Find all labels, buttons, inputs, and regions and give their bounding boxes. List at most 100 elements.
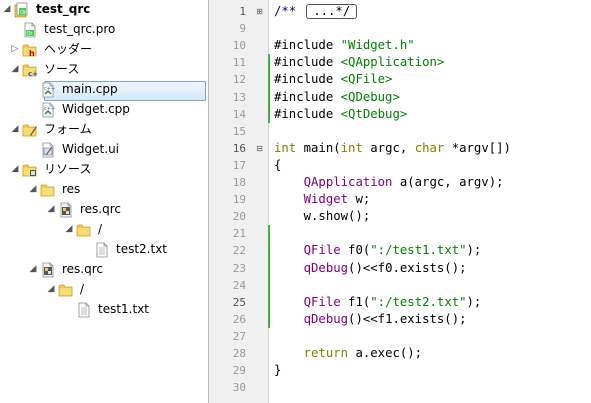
line-number: 23 xyxy=(232,261,246,275)
expand-arrow-icon[interactable]: ◢ xyxy=(10,123,20,135)
code-line[interactable]: } xyxy=(274,362,281,379)
collapse-arrow-icon[interactable]: ▷ xyxy=(10,43,20,55)
text-file-icon xyxy=(76,302,92,318)
expand-arrow-icon[interactable]: ◢ xyxy=(46,203,56,215)
tree-item-label: ヘッダー xyxy=(44,42,93,56)
line-number: 22 xyxy=(232,244,246,258)
code-line[interactable]: #include "Widget.h" xyxy=(274,37,415,54)
tree-item-label: res.qrc xyxy=(80,202,122,216)
tree-item[interactable]: test2.txt xyxy=(0,240,208,260)
line-number: 30 xyxy=(232,381,246,395)
tree-item-label: Widget.ui xyxy=(62,142,120,156)
tree-item-label: test_qrc.pro xyxy=(44,22,116,36)
tree-item[interactable]: ◢ res.qrc xyxy=(0,260,208,280)
cpp-file-icon: c++ xyxy=(40,82,56,98)
expand-arrow-icon[interactable]: ◢ xyxy=(64,223,74,235)
tree-item[interactable]: ◢ / xyxy=(0,220,208,240)
expand-arrow-icon[interactable]: ◢ xyxy=(2,3,12,15)
code-line[interactable]: /** ...*/ xyxy=(274,3,358,20)
tree-item-label: main.cpp xyxy=(62,82,118,96)
tree-item[interactable]: ◢ res.qrc xyxy=(0,200,208,220)
code-line[interactable]: #include <QtDebug> xyxy=(274,106,407,123)
tree-item-label: Widget.cpp xyxy=(62,102,130,116)
line-number: 16 xyxy=(232,141,246,155)
folder-icon xyxy=(76,222,92,238)
comment-prefix: /** xyxy=(274,4,297,18)
fold-expand-icon[interactable]: ⊞ xyxy=(255,7,264,16)
line-number: 15 xyxy=(232,124,246,138)
expand-arrow-icon[interactable]: ◢ xyxy=(10,63,20,75)
tree-item[interactable]: ◢ Qt test_qrc xyxy=(0,0,208,20)
line-number: 25 xyxy=(232,295,246,309)
tree-item[interactable]: Qt test_qrc.pro xyxy=(0,20,208,40)
cpp-file-icon: c++ xyxy=(40,102,56,118)
line-number: 10 xyxy=(232,39,246,53)
tree-item-label: res.qrc xyxy=(62,262,104,276)
code-line[interactable]: #include <QFile> xyxy=(274,71,392,88)
line-number: 20 xyxy=(232,210,246,224)
expand-arrow-icon[interactable]: ◢ xyxy=(10,163,20,175)
forms-folder-icon xyxy=(22,122,38,138)
header-folder-icon: h xyxy=(22,42,38,58)
code-line[interactable]: QApplication a(argc, argv); xyxy=(274,174,504,191)
text-file-icon xyxy=(94,242,110,258)
line-number: 1 xyxy=(239,5,246,18)
tree-item-label: test_qrc xyxy=(36,2,91,16)
ui-file-icon xyxy=(40,142,56,158)
code-line[interactable]: Widget w; xyxy=(274,191,371,208)
tree-item[interactable]: ▷ h ヘッダー xyxy=(0,40,208,60)
line-number: 18 xyxy=(232,176,246,189)
svg-text:c++: c++ xyxy=(44,86,55,92)
source-folder-icon: c++ xyxy=(22,62,44,78)
svg-text:Qt: Qt xyxy=(20,10,26,16)
expand-arrow-icon[interactable]: ◢ xyxy=(28,183,38,195)
tree-item[interactable]: ◢ リソース xyxy=(0,160,208,180)
code-editor[interactable]: /** ...*/ #include "Widget.h" #include <QAp… xyxy=(270,0,591,403)
change-marker xyxy=(268,225,270,328)
expand-arrow-icon[interactable]: ◢ xyxy=(46,283,56,295)
qrc-file-icon xyxy=(58,202,74,218)
line-number: 9 xyxy=(239,22,246,36)
line-number: 26 xyxy=(232,312,246,326)
svg-text:Qt: Qt xyxy=(27,31,33,37)
code-line[interactable]: qDebug()<<f1.exists(); xyxy=(274,311,467,328)
collapsed-comment-box[interactable]: ...*/ xyxy=(306,4,358,19)
line-number: 28 xyxy=(232,347,246,360)
code-line[interactable]: QFile f1(":/test2.txt"); xyxy=(274,294,482,311)
tree-item[interactable]: test1.txt xyxy=(0,300,208,320)
tree-item-label: ソース xyxy=(44,62,80,76)
tree-item-label: / xyxy=(98,222,103,236)
code-line[interactable]: return a.exec(); xyxy=(274,345,422,362)
code-line[interactable]: #include <QApplication> xyxy=(274,54,444,71)
tree-item[interactable]: Widget.ui xyxy=(0,140,208,160)
tree-item[interactable]: c++ Widget.cpp xyxy=(0,100,208,120)
line-number: 21 xyxy=(232,227,246,241)
expand-arrow-icon[interactable]: ◢ xyxy=(28,263,38,275)
code-line[interactable]: QFile f0(":/test1.txt"); xyxy=(274,242,482,259)
project-tree[interactable]: ◢ Qt test_qrc Qt test_qrc.pro ▷ h ヘッダー ◢ c+… xyxy=(0,0,209,403)
line-number: 27 xyxy=(232,329,246,343)
tree-item[interactable]: ◢ c++ ソース xyxy=(0,60,208,80)
code-line[interactable]: #include <QDebug> xyxy=(274,89,400,106)
code-line[interactable]: qDebug()<<f0.exists(); xyxy=(274,260,467,277)
code-line[interactable]: { xyxy=(274,157,281,174)
tree-item[interactable]: c++ main.cpp xyxy=(0,80,208,100)
code-line[interactable]: w.show(); xyxy=(274,208,371,225)
line-number: 11 xyxy=(232,56,246,70)
line-number-gutter: 1 9 10 11 12 13 14 15 16 17 18 19 20 21 22 23 24 25 26 27 28… xyxy=(209,0,269,403)
fold-collapse-icon[interactable]: ⊟ xyxy=(255,144,264,153)
tree-item[interactable]: ◢ フォーム xyxy=(0,120,208,140)
tree-item-label: リソース xyxy=(44,162,92,176)
tree-item[interactable]: ◢ / xyxy=(0,280,208,300)
tree-item-label: test1.txt xyxy=(98,302,150,316)
svg-text:c++: c++ xyxy=(44,106,55,112)
line-number: 29 xyxy=(232,364,246,378)
line-number: 19 xyxy=(232,193,246,207)
line-number: 24 xyxy=(232,278,246,292)
code-line[interactable]: int main(int argc, char *argv[]) xyxy=(274,140,511,157)
folder-icon xyxy=(58,282,74,298)
tree-item[interactable]: ◢ res xyxy=(0,180,208,200)
tree-item-label: / xyxy=(80,282,85,296)
line-number: 17 xyxy=(232,158,246,172)
tree-item-label: フォーム xyxy=(44,122,92,136)
